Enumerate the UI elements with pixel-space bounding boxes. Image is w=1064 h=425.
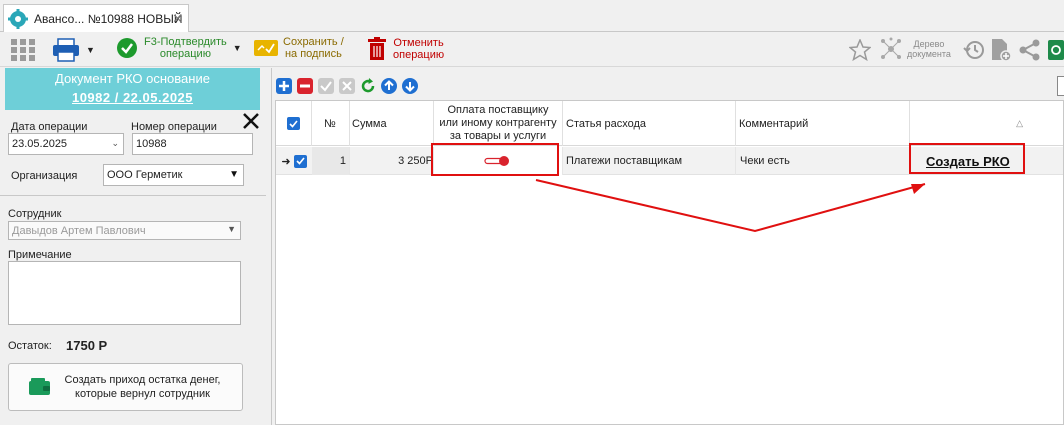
operation-number-value: 10988 — [136, 138, 167, 150]
collapsed-panel-handle[interactable] — [1057, 76, 1064, 96]
divider — [0, 195, 266, 196]
highlight-payment-toggle — [431, 143, 559, 176]
sort-indicator-icon[interactable]: △ — [910, 101, 1063, 146]
grid-toolbar — [276, 76, 423, 96]
operation-number-field[interactable]: 10988 — [132, 133, 253, 155]
create-return-label-1: Создать приход остатка денег, — [64, 374, 221, 386]
base-document-header: Документ РКО основание 10982 / 22.05.202… — [5, 68, 260, 110]
share-icon[interactable] — [1019, 39, 1041, 61]
cancel-operation-button[interactable]: Отменить операцию — [368, 37, 444, 61]
organization-select[interactable]: ООО Герметик ▼ — [103, 164, 244, 186]
refresh-document-icon[interactable] — [1046, 38, 1064, 62]
header-payment-line-2: или иному контрагенту — [439, 117, 557, 129]
table-header: № Сумма Оплата поставщику или иному конт… — [276, 101, 1063, 146]
expense-table: № Сумма Оплата поставщику или иному конт… — [275, 100, 1064, 425]
document-tree-button[interactable]: Дерево документа — [879, 37, 951, 61]
note-label: Примечание — [8, 249, 72, 261]
document-tab[interactable]: Авансо... №10988 НОВЫЙ ✕ — [3, 4, 189, 32]
base-document-link[interactable]: 10982 / 22.05.2025 — [5, 86, 260, 105]
confirm-operation-button[interactable]: F3-Подтвердить операцию ▼ — [116, 36, 242, 60]
row-select-cell: ➜ — [276, 147, 312, 175]
signature-icon — [254, 40, 278, 56]
current-row-arrow-icon: ➜ — [281, 155, 291, 168]
row-sum: 3 250Р — [350, 147, 434, 175]
balance-label: Остаток: — [8, 340, 52, 352]
header-payment-supplier[interactable]: Оплата поставщику или иному контрагенту … — [434, 101, 563, 146]
row-expense-article[interactable]: Платежи поставщикам — [563, 147, 736, 175]
chevron-down-icon: ⌄ — [111, 138, 119, 148]
move-down-icon[interactable] — [402, 78, 418, 94]
check-circle-icon — [117, 38, 137, 58]
wallet-icon — [29, 378, 50, 395]
operation-date-field[interactable]: 23.05.2025 ⌄ — [8, 133, 124, 155]
select-all-cell — [276, 101, 312, 146]
tree-icon — [881, 37, 901, 59]
save-for-signature-button[interactable]: Сохранить / на подпись — [254, 36, 344, 60]
chevron-down-icon: ▼ — [227, 224, 236, 234]
employee-value: Давыдов Артем Павлович — [12, 224, 146, 237]
tab-bar: Авансо... №10988 НОВЫЙ ✕ — [0, 0, 1064, 32]
tree-label-1: Дерево — [913, 39, 945, 49]
operation-panel: Документ РКО основание 10982 / 22.05.202… — [0, 68, 272, 425]
delete-row-icon[interactable] — [297, 78, 313, 94]
confirm-label-2: операцию — [159, 48, 211, 60]
row-checkbox[interactable] — [293, 154, 307, 168]
main-toolbar: ▼ F3-Подтвердить операцию ▼ Сохранить / … — [0, 33, 1064, 67]
operation-date-value: 23.05.2025 — [12, 138, 68, 150]
expense-lines-area: № Сумма Оплата поставщику или иному конт… — [273, 68, 1064, 425]
header-number[interactable]: № — [312, 101, 350, 146]
tree-label-2: документа — [907, 49, 951, 59]
save-label-1: Сохранить / — [283, 36, 344, 48]
gear-icon — [8, 8, 28, 29]
cancel-label-1: Отменить — [393, 37, 444, 49]
reject-row-icon — [339, 78, 355, 94]
organization-label: Организация — [11, 170, 78, 182]
employee-field: Давыдов Артем Павлович ▼ — [8, 221, 241, 240]
chevron-down-icon: ▼ — [86, 45, 95, 55]
row-number: 1 — [312, 147, 350, 175]
header-sum[interactable]: Сумма — [350, 101, 434, 146]
select-all-checkbox[interactable] — [287, 117, 300, 130]
header-payment-line-3: за товары и услуги — [449, 130, 547, 142]
refresh-icon[interactable] — [360, 78, 376, 94]
header-expense-article[interactable]: Статья расхода — [563, 101, 736, 146]
chevron-down-icon: ▼ — [232, 43, 242, 53]
save-label-2: на подпись — [284, 48, 342, 60]
move-up-icon[interactable] — [381, 78, 397, 94]
operation-date-label: Дата операции — [11, 121, 88, 133]
checkmark-icon — [289, 119, 298, 128]
checkmark-icon — [296, 157, 305, 165]
close-icon[interactable]: ✕ — [172, 11, 183, 27]
create-return-label-2: которые вернул сотрудник — [75, 388, 210, 400]
close-icon[interactable] — [242, 112, 260, 130]
header-comment[interactable]: Комментарий — [736, 101, 910, 146]
create-return-income-button[interactable]: Создать приход остатка денег, которые ве… — [8, 363, 243, 411]
apps-grid-icon[interactable] — [11, 39, 35, 61]
print-button[interactable]: ▼ — [52, 38, 95, 62]
approve-row-icon — [318, 78, 334, 94]
add-row-icon[interactable] — [276, 78, 292, 94]
organization-value: ООО Герметик — [107, 169, 183, 181]
add-document-icon[interactable] — [990, 38, 1012, 62]
balance-value: 1750 Р — [66, 338, 108, 353]
header-payment-line-1: Оплата поставщику — [447, 104, 549, 116]
chevron-down-icon: ▼ — [229, 169, 239, 180]
highlight-create-rko — [909, 143, 1025, 174]
star-icon[interactable] — [849, 39, 871, 61]
employee-label: Сотрудник — [8, 208, 62, 220]
history-icon[interactable] — [963, 39, 985, 61]
confirm-label-1: F3-Подтвердить — [144, 36, 227, 48]
base-document-title: Документ РКО основание — [55, 71, 210, 86]
trash-icon — [368, 37, 386, 60]
operation-number-label: Номер операции — [131, 121, 217, 133]
row-comment[interactable]: Чеки есть — [736, 147, 910, 175]
tab-title: Авансо... №10988 НОВЫЙ — [34, 11, 183, 26]
note-textarea[interactable] — [8, 261, 241, 325]
cancel-label-2: операцию — [393, 49, 445, 61]
printer-icon — [53, 38, 79, 62]
